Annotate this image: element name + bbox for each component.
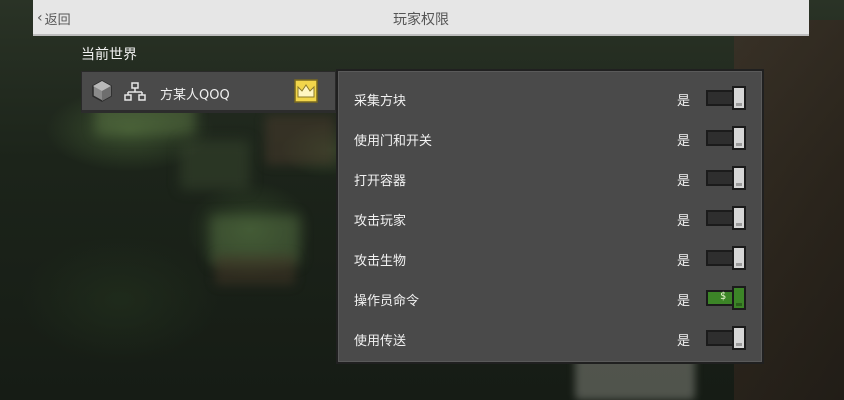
permission-label: 操作员命令: [354, 294, 420, 309]
permission-value: 是: [676, 94, 690, 109]
player-name: 方某人QOQ: [160, 88, 230, 103]
permission-row: 攻击玩家 是: [338, 199, 762, 239]
toggle-on-icon: $: [720, 291, 727, 302]
section-label: 当前世界: [81, 47, 137, 63]
permission-toggle[interactable]: [706, 206, 746, 230]
dirt-block-blur: [265, 115, 335, 165]
permission-value: 是: [676, 134, 690, 149]
permission-row: 攻击生物 是: [338, 239, 762, 279]
permission-row: 打开容器 是: [338, 159, 762, 199]
permission-row: 使用传送 是: [338, 319, 762, 359]
permission-value: 是: [676, 214, 690, 229]
player-list-item[interactable]: 方某人QOQ: [81, 71, 336, 113]
permission-value: 是: [676, 334, 690, 349]
permission-label: 攻击玩家: [354, 214, 407, 229]
player-cube-icon: [91, 80, 113, 106]
permission-label: 打开容器: [354, 174, 407, 189]
grass-block-blur: [180, 140, 250, 190]
permission-label: 采集方块: [354, 94, 407, 109]
permission-toggle[interactable]: [706, 86, 746, 110]
network-icon: [124, 82, 146, 106]
permission-row: 操作员命令 是 $: [338, 279, 762, 319]
page-title: 玩家权限: [393, 12, 449, 28]
dirt-block-blur: [215, 255, 295, 285]
permission-toggle[interactable]: [706, 326, 746, 350]
permission-label: 使用门和开关: [354, 134, 433, 149]
permission-toggle[interactable]: [706, 126, 746, 150]
permission-label: 攻击生物: [354, 254, 407, 269]
permission-toggle[interactable]: [706, 246, 746, 270]
permission-value: 是: [676, 254, 690, 269]
permission-row: 采集方块 是: [338, 79, 762, 119]
permission-row: 使用门和开关 是: [338, 119, 762, 159]
permission-label: 使用传送: [354, 334, 407, 349]
permission-toggle[interactable]: [706, 166, 746, 190]
permission-toggle[interactable]: $: [706, 286, 746, 310]
permission-value: 是: [676, 174, 690, 189]
header-bar: ‹ 返回 玩家权限: [33, 0, 809, 36]
permissions-panel: 采集方块 是 使用门和开关 是 打开容器 是 攻击玩家 是 攻击生物 是 操作员…: [336, 69, 764, 364]
permission-value: 是: [676, 294, 690, 309]
crown-icon: [294, 79, 318, 103]
